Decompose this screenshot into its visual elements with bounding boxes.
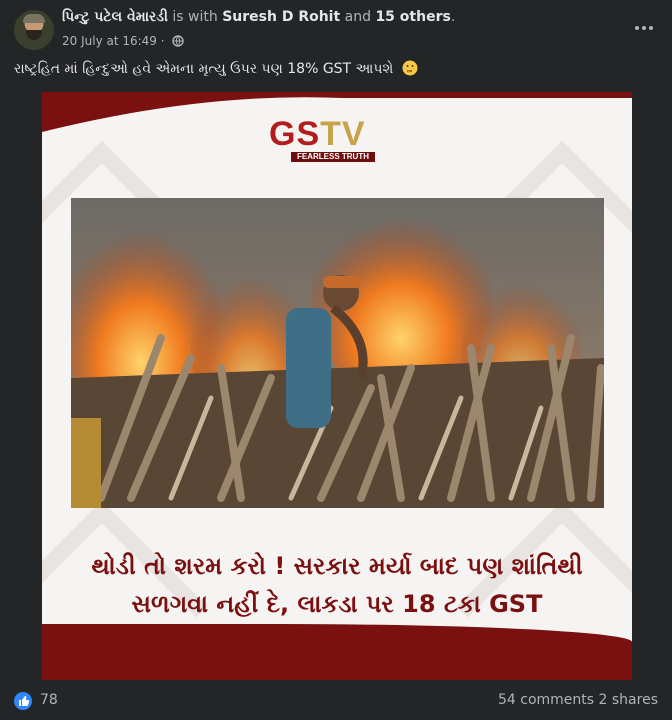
post-image[interactable]: GSTV FEARLESS TRUTH થોડી તો શરમ કરો ! સર… (42, 92, 632, 680)
shares-count[interactable]: 2 shares (599, 692, 658, 708)
and-text: and (344, 9, 371, 25)
logo-tv: TV (320, 115, 366, 153)
globe-icon (172, 35, 185, 50)
period: . (450, 9, 456, 25)
post-meta: 20 July at 16:49 · (62, 34, 185, 50)
caption-text: રાષ્ટ્રહિત માં હિન્દુઓ હવે એમના મૃત્યુ ઉ… (14, 61, 394, 77)
author-avatar[interactable] (14, 10, 54, 50)
comments-count[interactable]: 54 comments (498, 692, 594, 708)
avatar-beard (26, 30, 42, 40)
cremation-photo (71, 198, 604, 508)
bottom-band (42, 624, 632, 680)
meta-separator: · (160, 34, 165, 48)
with-text: is with (172, 9, 218, 25)
thinking-face-emoji (402, 60, 418, 80)
more-dots-icon (635, 26, 653, 30)
logo-gs: GS (269, 115, 321, 153)
post-timestamp[interactable]: 20 July at 16:49 (62, 34, 157, 48)
post-footer: 78 54 comments 2 shares (0, 680, 672, 720)
logo-tagline: FEARLESS TRUTH (291, 152, 375, 162)
headline-line-2: સળગવા નહીં દે, લાકડા પર 18 ટકા GST (131, 590, 543, 618)
more-options-button[interactable] (632, 16, 656, 40)
post-attribution: પિન્ટુ પટેલ વેમારડી is with Suresh D Roh… (62, 9, 455, 25)
image-headline: થોડી તો શરમ કરો ! સરકાર મર્યા બાદ પણ શાં… (42, 547, 632, 623)
headline-line-1: થોડી તો શરમ કરો ! સરકાર મર્યા બાદ પણ શાં… (91, 552, 583, 580)
reaction-count[interactable]: 78 (40, 692, 58, 708)
gstv-logo: GSTV FEARLESS TRUTH (269, 115, 404, 162)
post-caption: રાષ્ટ્રહિત માં હિન્દુઓ હવે એમના મૃત્યુ ઉ… (14, 60, 418, 80)
avatar-cap (23, 14, 45, 23)
author-name[interactable]: પિન્ટુ પટેલ વેમારડી (62, 9, 168, 25)
post-header: પિન્ટુ પટેલ વેમારડી is with Suresh D Roh… (0, 0, 672, 56)
tagged-person[interactable]: Suresh D Rohit (222, 9, 340, 25)
tagged-others[interactable]: 15 others (375, 9, 450, 25)
engagement-stats: 54 comments 2 shares (498, 692, 658, 708)
like-reaction-icon[interactable] (14, 692, 32, 710)
